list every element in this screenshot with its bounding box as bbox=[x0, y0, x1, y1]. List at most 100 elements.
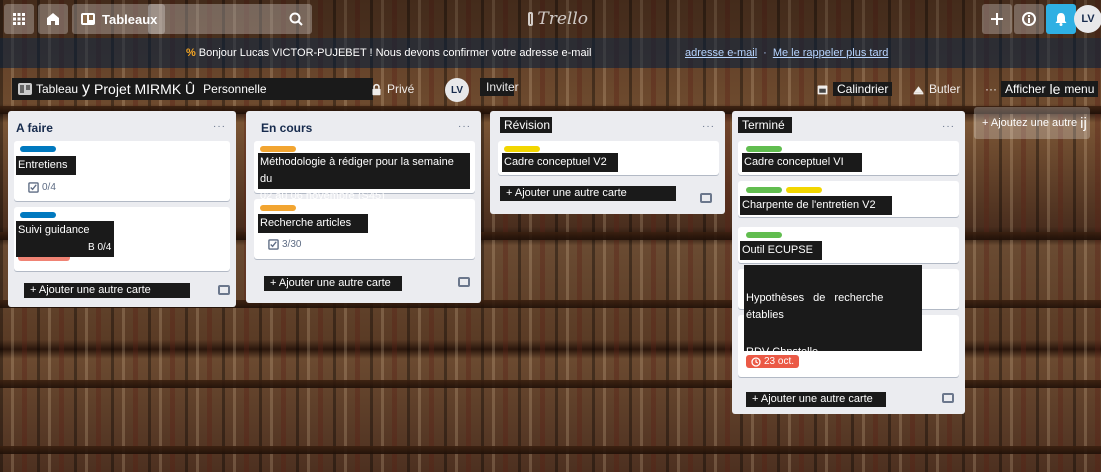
add-card-button[interactable]: + Ajouter une autre carte bbox=[264, 276, 402, 291]
checklist-icon bbox=[268, 239, 279, 250]
user-avatar[interactable]: LV bbox=[1074, 5, 1101, 33]
board-name-glyph: y bbox=[82, 80, 91, 97]
board-prefix: Tableau bbox=[36, 82, 79, 96]
card-title: RDV Chnstelle bbox=[746, 346, 819, 358]
list-title[interactable]: Révision bbox=[500, 117, 552, 133]
apps-button[interactable] bbox=[4, 4, 34, 34]
list-a-faire: A faire ··· Entretiens 0/4 Suivi guidanc… bbox=[8, 111, 236, 307]
list-menu-button[interactable]: ··· bbox=[942, 121, 955, 132]
info-button[interactable] bbox=[1014, 4, 1044, 34]
add-card-button[interactable]: + Ajouter une autre carte bbox=[24, 283, 190, 298]
notifications-button[interactable] bbox=[1046, 4, 1076, 34]
board-name: Projet MIRMK Û bbox=[94, 81, 196, 97]
calendar-icon bbox=[817, 84, 828, 94]
card-title-text: Suivi guidance bbox=[18, 224, 90, 236]
create-button[interactable] bbox=[982, 4, 1012, 34]
card-title: Hypothèses de recherche établies bbox=[746, 292, 884, 321]
home-button[interactable] bbox=[38, 4, 68, 34]
card[interactable]: Outil ECUPSE bbox=[738, 227, 959, 263]
banner-message: % Bonjour Lucas VICTOR-PUJEBET ! Nous dev… bbox=[186, 47, 591, 59]
home-icon bbox=[47, 13, 59, 25]
calendar-label-start: Ca bbox=[837, 82, 853, 96]
card-template-icon[interactable] bbox=[458, 277, 470, 287]
card[interactable]: Suivi guidance B 0/4 bbox=[14, 207, 230, 271]
card[interactable]: Entretiens 0/4 bbox=[14, 141, 230, 201]
list-title[interactable]: A faire bbox=[16, 121, 53, 135]
board-title[interactable]: Tableau y Projet MIRMK Û Personnelle bbox=[12, 78, 373, 100]
grid-icon bbox=[13, 13, 25, 25]
card[interactable]: Méthodologie à rédiger pour la semaine d… bbox=[254, 141, 475, 202]
board-icon bbox=[18, 83, 32, 95]
card-label bbox=[260, 205, 296, 211]
checklist-count: 3/30 bbox=[282, 239, 302, 250]
list-title[interactable]: Terminé bbox=[738, 117, 792, 133]
calendar-button[interactable]: Calindrier bbox=[816, 78, 893, 100]
banner-links: adresse e-mail · Me le rappeler plus tard bbox=[685, 47, 888, 59]
visibility-button[interactable]: Privé bbox=[370, 78, 414, 100]
card-title: Cadre conceptuel V2 bbox=[502, 153, 618, 172]
checklist-count: B 0/4 bbox=[88, 242, 112, 253]
card-label bbox=[504, 146, 540, 152]
card-title-line: Méthodologie à rédiger pour la semaine d… bbox=[260, 156, 454, 185]
card[interactable]: Cadre conceptuel VI bbox=[738, 141, 959, 175]
trello-logo[interactable]: Trello bbox=[528, 8, 588, 30]
card-label bbox=[746, 146, 782, 152]
visibility-label: Privé bbox=[387, 82, 415, 96]
card-label bbox=[786, 187, 822, 193]
search-icon bbox=[289, 12, 303, 26]
card[interactable]: Charpente de l'entretien V2 bbox=[738, 181, 959, 217]
top-bar: Tableaux Trello LV bbox=[0, 0, 1101, 38]
card[interactable]: Cadre conceptuel V2 bbox=[498, 141, 719, 175]
list-menu-button[interactable]: ··· bbox=[213, 121, 226, 132]
add-card-button[interactable]: + Ajouter une autre carte bbox=[500, 186, 676, 201]
show-menu-button[interactable]: ··· Afficher le menu bbox=[985, 78, 1099, 100]
butler-button[interactable]: Butler bbox=[912, 78, 960, 100]
banner-text: Bonjour Lucas VICTOR-PUJEBET ! Nous devo… bbox=[198, 47, 592, 59]
list-termine: Terminé ··· Cadre conceptuel VI Charpent… bbox=[732, 111, 965, 414]
logo-text: Trello bbox=[537, 9, 588, 29]
bell-icon bbox=[1055, 13, 1067, 26]
card-template-icon[interactable] bbox=[942, 393, 954, 403]
email-confirm-banner: % Bonjour Lucas VICTOR-PUJEBET ! Nous dev… bbox=[0, 38, 1101, 68]
add-list-label: + Ajoutez une autre bbox=[982, 117, 1078, 129]
show-menu-label-a: Afficher bbox=[1005, 82, 1046, 96]
card-template-icon[interactable] bbox=[218, 285, 230, 295]
checklist-icon bbox=[28, 182, 39, 193]
checklist-badge: 0/4 bbox=[28, 182, 56, 193]
calendar-label-rest: lindrier bbox=[852, 82, 889, 96]
card[interactable]: Recherche articles 3/30 bbox=[254, 199, 475, 259]
resend-email-link[interactable]: adresse e-mail bbox=[685, 47, 757, 59]
card-title: Méthodologie à rédiger pour la semaine d… bbox=[258, 153, 470, 202]
info-icon bbox=[1022, 12, 1036, 26]
show-menu-label: Afficher le menu bbox=[1001, 81, 1099, 97]
card-title: Outil ECUPSE bbox=[740, 241, 822, 260]
card-label bbox=[260, 146, 296, 152]
invite-button[interactable]: Inviter bbox=[480, 78, 519, 96]
board-header: Tableau y Projet MIRMK Û Personnelle Pri… bbox=[0, 68, 1101, 108]
show-menu-label-b: le bbox=[1049, 81, 1061, 97]
board-icon bbox=[81, 13, 95, 25]
card-title: Cadre conceptuel VI bbox=[742, 153, 862, 172]
list-menu-button[interactable]: ··· bbox=[458, 121, 471, 132]
add-list-glyph: ij bbox=[1080, 114, 1087, 132]
card-template-icon[interactable] bbox=[700, 193, 712, 203]
card-label bbox=[746, 232, 782, 238]
search-input[interactable] bbox=[148, 4, 312, 34]
list-revision: Révision ··· Cadre conceptuel V2 + Ajout… bbox=[490, 111, 725, 214]
list-menu-button[interactable]: ··· bbox=[702, 121, 715, 132]
shelf bbox=[0, 446, 1101, 454]
list-title[interactable]: En cours bbox=[261, 121, 312, 135]
add-list-button[interactable]: + Ajoutez une autre ij bbox=[974, 107, 1090, 139]
checklist-count: 0/4 bbox=[42, 182, 56, 193]
board-team: Personnelle bbox=[203, 82, 267, 96]
banner-warning-glyph: % bbox=[186, 47, 196, 59]
show-menu-label-c: menu bbox=[1064, 82, 1095, 96]
banner-separator: · bbox=[763, 47, 767, 59]
card-title: Recherche articles bbox=[258, 214, 368, 233]
card-title: Charpente de l'entretien V2 bbox=[740, 196, 892, 215]
member-avatar[interactable]: LV bbox=[445, 78, 469, 102]
list-en-cours: En cours ··· Méthodologie à rédiger pour… bbox=[246, 111, 481, 303]
add-card-button[interactable]: + Ajouter une autre carte bbox=[746, 392, 886, 407]
menu-dots-icon: ··· bbox=[985, 82, 997, 96]
remind-later-link[interactable]: Me le rappeler plus tard bbox=[773, 47, 889, 59]
